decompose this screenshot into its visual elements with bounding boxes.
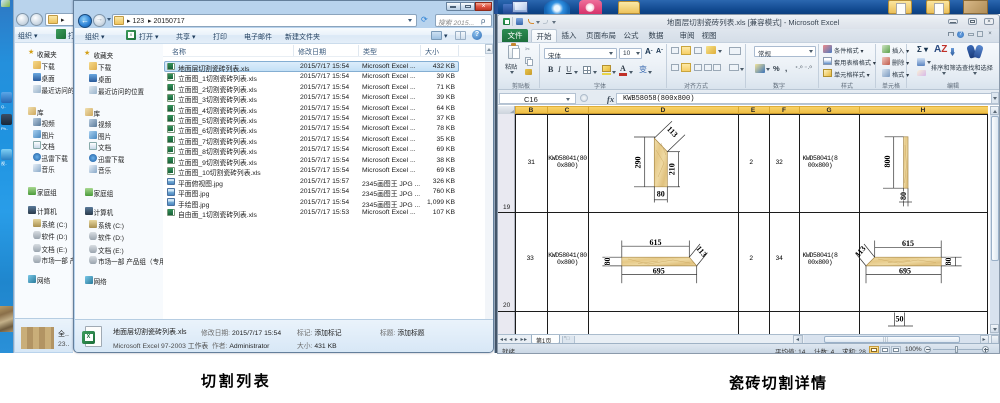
svg-text:80: 80 <box>944 258 953 266</box>
svg-text:695: 695 <box>899 267 911 276</box>
svg-text:800: 800 <box>883 156 892 168</box>
svg-text:113: 113 <box>665 124 680 139</box>
svg-text:80: 80 <box>657 190 665 199</box>
svg-text:113: 113 <box>694 244 708 259</box>
svg-text:210: 210 <box>668 163 677 175</box>
svg-text:615: 615 <box>902 239 914 248</box>
svg-text:80: 80 <box>603 258 612 266</box>
svg-text:50: 50 <box>896 315 904 324</box>
svg-text:290: 290 <box>634 157 643 169</box>
svg-text:80: 80 <box>899 192 908 200</box>
svg-text:615: 615 <box>650 238 662 247</box>
svg-text:695: 695 <box>653 267 665 276</box>
